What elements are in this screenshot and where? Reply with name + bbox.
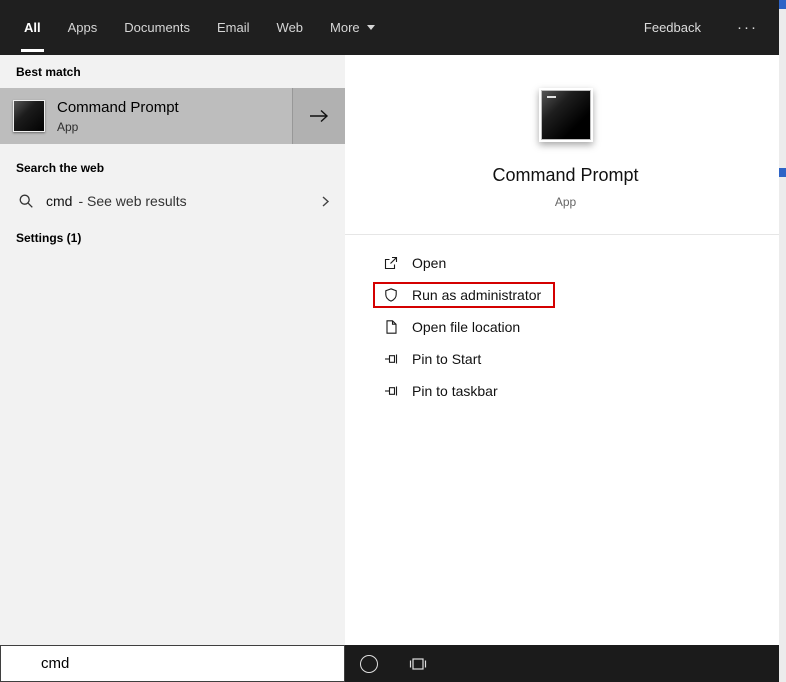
tab-apps[interactable]: Apps (68, 0, 98, 55)
feedback-button[interactable]: Feedback (644, 20, 701, 35)
action-pin-to-taskbar[interactable]: Pin to taskbar (373, 375, 786, 407)
best-match-item[interactable]: Command Prompt App (0, 88, 345, 144)
tab-email-label: Email (217, 20, 250, 35)
open-icon (384, 256, 398, 270)
command-prompt-icon (538, 88, 593, 142)
action-list: Open Run as administrator Open file loca… (345, 247, 786, 407)
search-results-panel: Best match Command Prompt App Search the… (0, 55, 345, 645)
tab-apps-label: Apps (67, 20, 98, 35)
tab-all-label: All (24, 20, 41, 35)
app-detail-panel: Command Prompt App Open Run as administr… (345, 55, 786, 645)
search-icon (19, 194, 33, 208)
topbar-right: Feedback ··· (644, 0, 786, 55)
right-arrow-icon (310, 109, 329, 123)
tab-email[interactable]: Email (217, 0, 250, 55)
cortana-icon[interactable] (360, 654, 378, 673)
tab-web[interactable]: Web (277, 0, 304, 55)
expand-arrow-button[interactable] (292, 88, 345, 144)
app-title: Command Prompt (492, 165, 639, 185)
tab-more-label: More (330, 20, 360, 35)
windows-search-panel: All Apps Documents Email Web More Feedba… (0, 0, 786, 682)
command-prompt-icon (13, 100, 45, 132)
pin-icon (385, 386, 398, 396)
web-suggestion-item[interactable]: cmd - See web results (0, 184, 345, 218)
action-pin-to-start[interactable]: Pin to Start (373, 343, 786, 375)
taskbar-search-box (0, 645, 345, 682)
taskbar-area (0, 645, 786, 682)
task-view-icon (409, 657, 427, 670)
task-view-button[interactable] (408, 656, 428, 672)
best-match-header: Best match (16, 65, 81, 79)
background-window-accent (779, 0, 786, 9)
tab-all[interactable]: All (21, 0, 44, 55)
pin-icon (385, 354, 398, 364)
tab-documents-label: Documents (124, 20, 191, 35)
tab-documents[interactable]: Documents (124, 0, 190, 55)
action-open[interactable]: Open (373, 247, 786, 279)
web-suffix: - See web results (78, 193, 187, 209)
web-suggestion-text: cmd - See web results (46, 193, 187, 209)
action-open-file-location[interactable]: Open file location (373, 311, 786, 343)
settings-header: Settings (1) (16, 231, 82, 245)
tab-more[interactable]: More (330, 0, 375, 55)
action-run-as-administrator[interactable]: Run as administrator (373, 279, 786, 311)
chevron-down-icon (366, 25, 375, 30)
red-highlight-box: Run as administrator (373, 282, 556, 308)
best-match-subtitle: App (57, 119, 79, 134)
background-window-edge (779, 0, 786, 682)
search-web-header: Search the web (16, 161, 105, 175)
best-match-main[interactable]: Command Prompt App (0, 88, 292, 144)
web-query: cmd (46, 193, 73, 209)
more-options-button[interactable]: ··· (737, 19, 758, 36)
best-match-title: Command Prompt (57, 98, 179, 116)
divider (345, 234, 786, 235)
tab-web-label: Web (276, 20, 304, 35)
background-window-accent (779, 168, 786, 177)
taskbar (345, 645, 786, 682)
file-location-icon (386, 320, 397, 334)
shield-icon (385, 288, 397, 302)
chevron-right-icon (319, 195, 331, 208)
filter-tabs: All Apps Documents Email Web More (0, 0, 375, 55)
search-filter-bar: All Apps Documents Email Web More Feedba… (0, 0, 786, 55)
app-subtitle: App (554, 195, 577, 209)
search-input[interactable] (1, 646, 344, 681)
